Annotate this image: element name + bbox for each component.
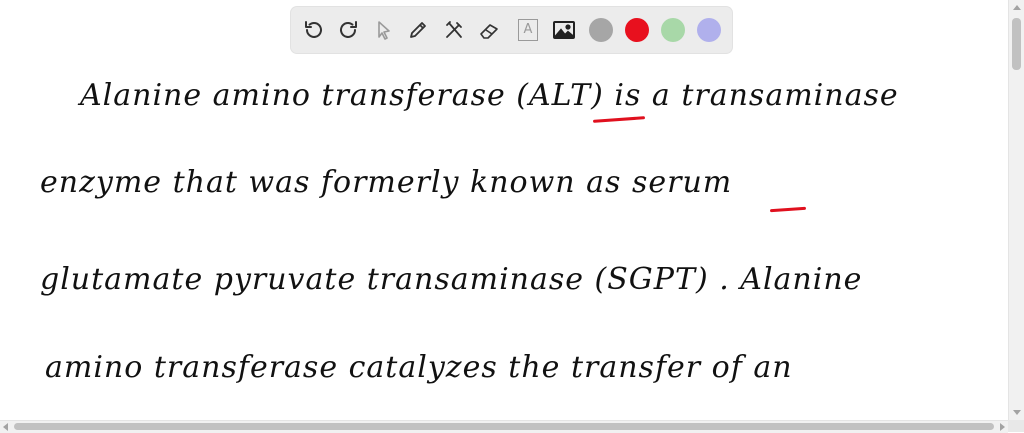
scroll-down-arrow-icon[interactable] bbox=[1013, 410, 1021, 415]
alt-underline bbox=[592, 116, 646, 123]
vertical-scroll-thumb[interactable] bbox=[1012, 18, 1021, 70]
handwritten-note: Alanine amino transferase (ALT) is a tra… bbox=[0, 0, 1008, 420]
scroll-up-arrow-icon[interactable] bbox=[1013, 5, 1021, 10]
whiteboard-canvas[interactable]: A Alanine amino transferase (ALT) is a t… bbox=[0, 0, 1008, 420]
note-line-4: amino transferase catalyzes the transfer… bbox=[45, 350, 793, 385]
horizontal-scrollbar[interactable] bbox=[0, 420, 1008, 433]
vertical-scrollbar[interactable] bbox=[1008, 0, 1024, 420]
horizontal-scroll-thumb[interactable] bbox=[14, 423, 994, 430]
note-line-1: Alanine amino transferase (ALT) is a tra… bbox=[80, 78, 899, 113]
note-line-2: enzyme that was formerly known as serum bbox=[40, 165, 733, 200]
scrollbar-corner bbox=[1008, 420, 1024, 432]
serum-underline bbox=[769, 206, 807, 213]
scroll-left-arrow-icon[interactable] bbox=[3, 423, 8, 431]
note-line-3: glutamate pyruvate transaminase (SGPT) .… bbox=[40, 262, 863, 297]
scroll-right-arrow-icon[interactable] bbox=[1000, 423, 1005, 431]
